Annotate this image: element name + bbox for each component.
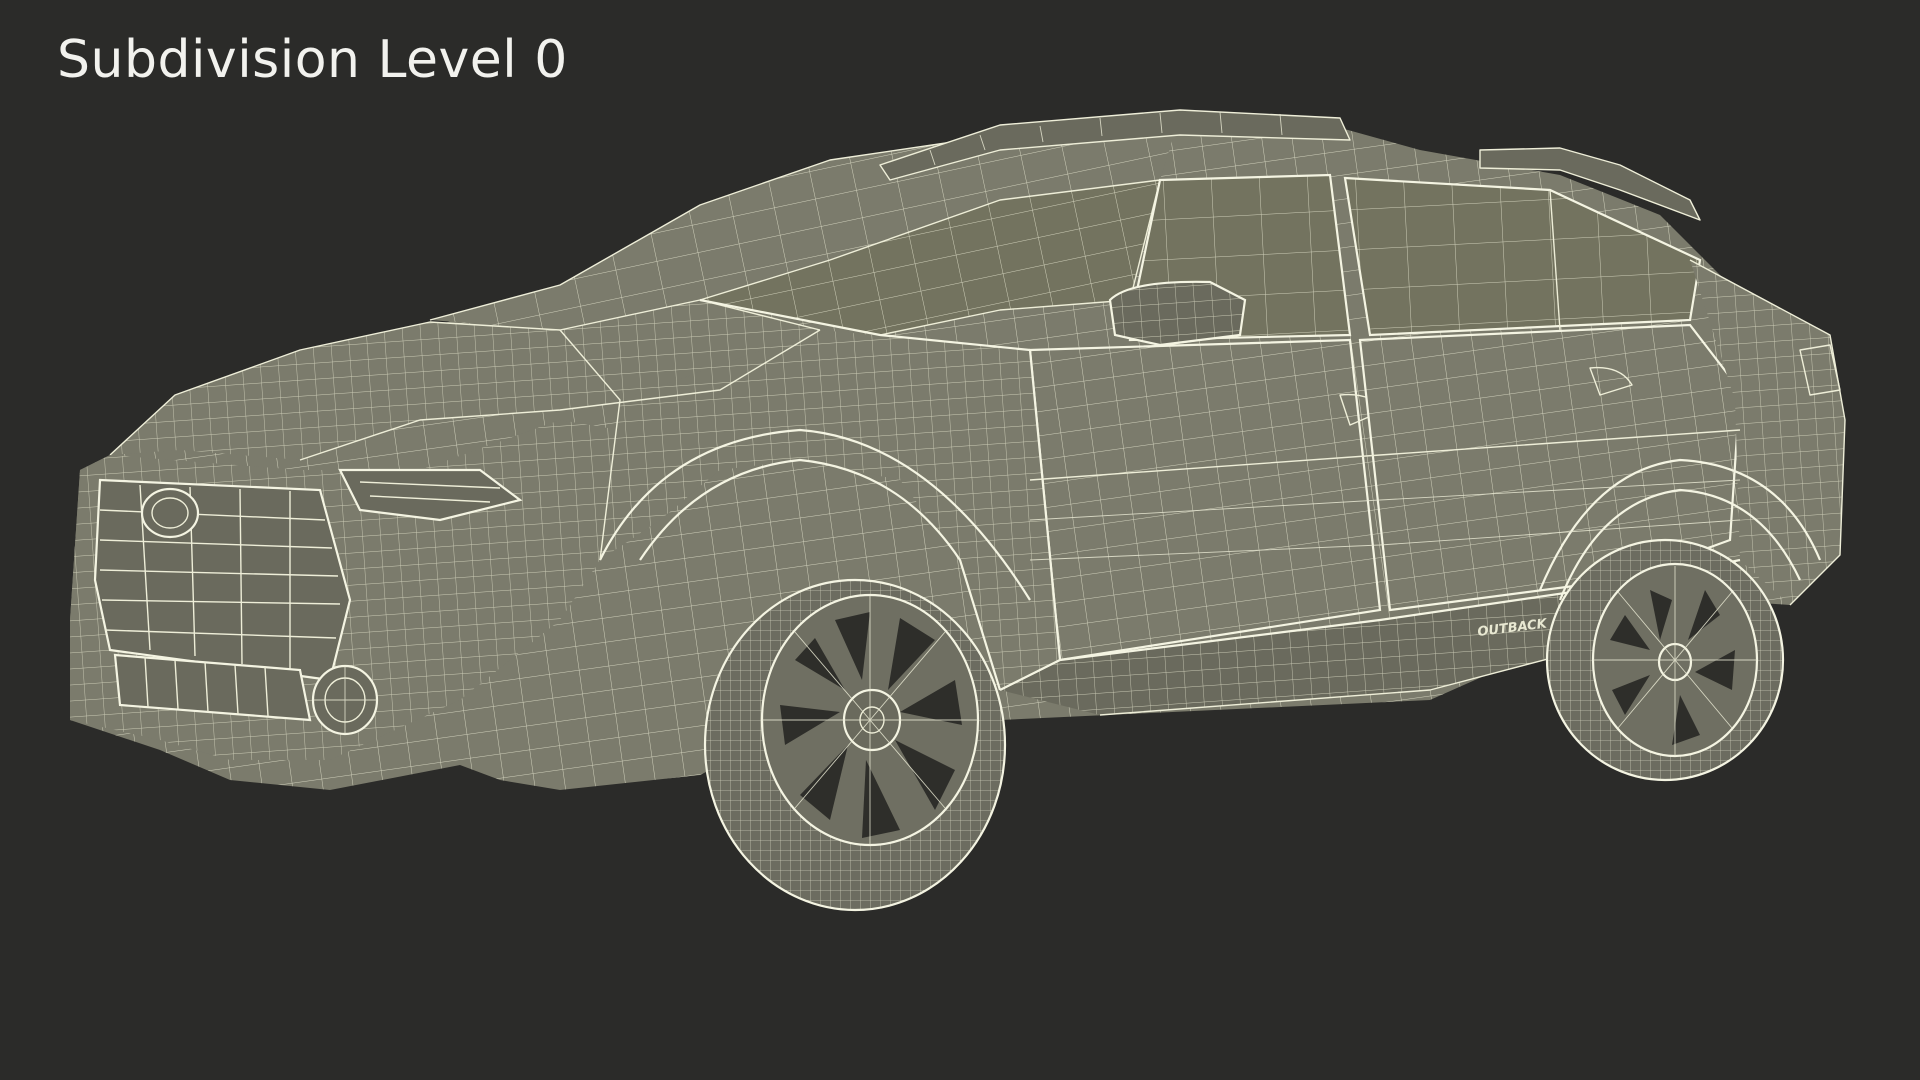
- front-grille: [93, 478, 352, 682]
- emblem-icon: [140, 487, 200, 539]
- side-window-rear: [1343, 176, 1702, 337]
- viewport: OUTBACK Subdivision Level 0: [0, 0, 1920, 1080]
- front-door: [1028, 338, 1386, 662]
- side-mirror: [1108, 280, 1247, 347]
- front-wheel: [703, 578, 1007, 912]
- fog-light: [311, 664, 379, 736]
- rear-wheel: [1545, 538, 1785, 782]
- page-title: Subdivision Level 0: [57, 30, 568, 90]
- car-wireframe-render: OUTBACK: [70, 109, 1846, 912]
